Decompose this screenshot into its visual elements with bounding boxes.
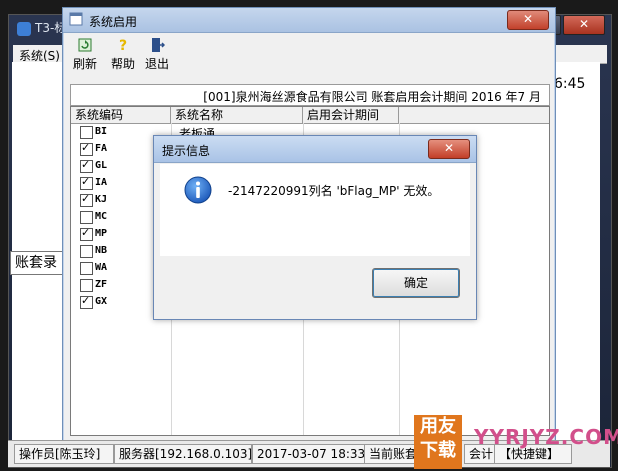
- row-code: NB: [95, 245, 108, 256]
- row-code: MC: [95, 211, 108, 222]
- row-checkbox[interactable]: [80, 226, 93, 241]
- help-icon: ?: [119, 38, 127, 53]
- dialog-title: 提示信息: [162, 144, 211, 158]
- row-checkbox[interactable]: [80, 158, 93, 173]
- row-code: GX: [95, 296, 108, 307]
- row-checkbox[interactable]: [80, 175, 93, 190]
- row-checkbox[interactable]: [80, 126, 93, 139]
- status-server: 服务器[192.168.0.103]: [114, 444, 252, 464]
- row-code: KJ: [95, 194, 108, 205]
- app-logo-icon: [17, 21, 31, 36]
- row-checkbox[interactable]: [80, 141, 93, 156]
- account-info-text: [001]泉州海丝源食品有限公司 账套启用会计期间 2016 年7 月: [203, 90, 541, 104]
- row-checkbox[interactable]: [80, 294, 93, 309]
- status-datetime: 2017-03-07 18:33: [252, 444, 366, 464]
- help-button[interactable]: ? 帮助: [105, 37, 141, 72]
- watermark-badge: 用友 下载: [414, 415, 462, 469]
- row-checkbox[interactable]: [80, 262, 93, 275]
- row-code: GL: [95, 160, 108, 171]
- refresh-label: 刷新: [72, 57, 97, 71]
- row-code: IA: [95, 177, 108, 188]
- main-clock: 6:45: [554, 76, 586, 92]
- col-header-code[interactable]: 系统编码: [71, 107, 171, 123]
- row-checkbox[interactable]: [80, 279, 93, 292]
- watermark-site: YYRJYZ.COM: [474, 425, 618, 449]
- status-operator: 操作员[陈玉玲]: [14, 444, 114, 464]
- watermark-badge-bottom: 下载: [420, 440, 456, 461]
- info-icon: [184, 176, 212, 204]
- account-label: 账套录: [10, 251, 64, 275]
- grid-header: 系统编码 系统名称 启用会计期间: [71, 107, 549, 124]
- dialog-titlebar: 提示信息 ✕: [154, 136, 476, 163]
- help-label: 帮助: [110, 57, 135, 71]
- info-dialog: 提示信息 ✕ -2147220991列名 'bFlag_MP' 无效。 确定: [153, 135, 477, 320]
- dialog-close-button[interactable]: ✕: [428, 139, 470, 159]
- watermark-badge-top: 用友: [420, 416, 456, 437]
- window-icon: [69, 12, 83, 26]
- row-checkbox[interactable]: [80, 192, 93, 207]
- account-info-bar: [001]泉州海丝源食品有限公司 账套启用会计期间 2016 年7 月: [70, 84, 550, 106]
- row-code: ZF: [95, 279, 108, 290]
- toolbar: 刷新 ? 帮助 退出: [63, 33, 555, 83]
- row-code: BI: [95, 126, 108, 137]
- exit-button[interactable]: 退出: [139, 37, 175, 72]
- col-header-period[interactable]: 启用会计期间: [303, 107, 399, 123]
- ok-button[interactable]: 确定: [372, 268, 460, 298]
- refresh-button[interactable]: 刷新: [67, 37, 103, 72]
- main-right-panel: [554, 62, 600, 440]
- row-code: FA: [95, 143, 108, 154]
- row-code: MP: [95, 228, 108, 239]
- close-button[interactable]: ✕: [563, 15, 605, 35]
- dialog-message: -2147220991列名 'bFlag_MP' 无效。: [228, 184, 440, 198]
- window-title: 系统启用: [89, 15, 138, 29]
- row-checkbox[interactable]: [80, 211, 93, 224]
- svg-text:?: ?: [119, 38, 127, 53]
- watermark: 用友 下载 YYRJYZ.COM: [414, 415, 618, 469]
- system-enable-titlebar: 系统启用 ✕: [63, 8, 555, 33]
- exit-door-icon: [152, 38, 165, 52]
- col-header-name[interactable]: 系统名称: [171, 107, 303, 123]
- main-window-title: T3-标: [17, 19, 66, 36]
- row-code: WA: [95, 262, 108, 273]
- exit-label: 退出: [144, 57, 169, 71]
- refresh-icon: [78, 38, 92, 52]
- row-checkbox[interactable]: [80, 245, 93, 258]
- window-close-button[interactable]: ✕: [507, 10, 549, 30]
